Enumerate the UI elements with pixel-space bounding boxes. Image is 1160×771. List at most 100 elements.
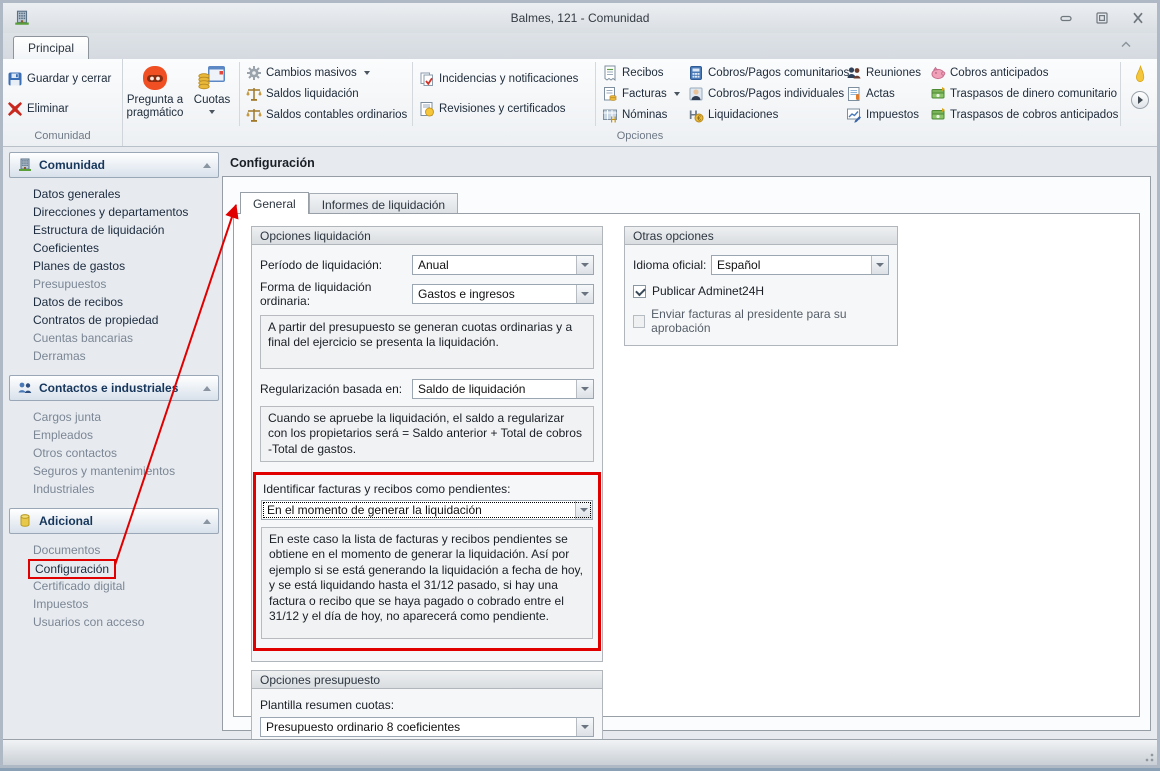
combo-arrow-icon[interactable] xyxy=(576,718,593,737)
identificar-value: En el momento de generar la liquidación xyxy=(267,503,482,518)
impuestos-button[interactable]: Impuestos xyxy=(842,104,926,125)
actas-button[interactable]: Actas xyxy=(842,83,926,104)
sidebar-item-datos-recibos[interactable]: Datos de recibos xyxy=(9,293,219,311)
cobros-anticipados-label: Cobros anticipados xyxy=(950,66,1049,79)
sidebar-item-derramas[interactable]: Derramas xyxy=(9,347,219,365)
people-icon xyxy=(847,66,861,78)
calculator-icon xyxy=(690,65,702,80)
cambios-masivos-button[interactable]: Cambios masivos xyxy=(242,62,410,83)
sidebar-item-estructura[interactable]: Estructura de liquidación xyxy=(9,221,219,239)
facturas-button[interactable]: Facturas xyxy=(598,83,684,104)
main-area: Configuración General Informes de liquid… xyxy=(222,150,1151,749)
database-icon xyxy=(20,514,30,527)
liquidaciones-button[interactable]: H € Liquidaciones xyxy=(684,104,842,125)
sidebar-item-otros-contactos[interactable]: Otros contactos xyxy=(9,444,219,462)
cobros-comunitarios-button[interactable]: Cobros/Pagos comunitarios xyxy=(684,62,849,83)
ribbon-group-label-opciones: Opciones xyxy=(616,130,664,142)
reuniones-label: Reuniones xyxy=(866,66,921,79)
save-close-button[interactable]: Guardar y cerrar xyxy=(3,68,122,89)
flame-icon xyxy=(1135,65,1144,83)
minimize-button[interactable] xyxy=(1053,10,1079,27)
people-icon xyxy=(18,382,32,393)
saldos-liquidacion-button[interactable]: Saldos liquidación xyxy=(242,83,410,104)
reuniones-button[interactable]: Reuniones xyxy=(842,62,926,83)
ribbon-scroll-right-button[interactable] xyxy=(1131,91,1149,109)
sidebar-item-empleados[interactable]: Empleados xyxy=(9,426,219,444)
ribbon: Guardar y cerrar Eliminar Comunidad Preg… xyxy=(3,59,1157,147)
sidebar-item-documentos[interactable]: Documentos xyxy=(9,541,219,559)
sidebar-group-comunidad[interactable]: Comunidad xyxy=(9,152,219,178)
sidebar-item-usuarios[interactable]: Usuarios con acceso xyxy=(9,613,219,631)
sidebar-item-cuentas-bancarias[interactable]: Cuentas bancarias xyxy=(9,329,219,347)
idioma-combobox[interactable]: Español xyxy=(711,255,889,275)
scales-icon xyxy=(246,108,262,122)
pregunta-pragmatico-button[interactable]: Pregunta a pragmático xyxy=(123,59,187,129)
cobros-individuales-button[interactable]: Cobros/Pagos individuales xyxy=(684,83,844,104)
cobros-anticipados-button[interactable]: Cobros anticipados xyxy=(926,62,1118,83)
combo-arrow-icon[interactable] xyxy=(575,501,592,520)
facturas-label: Facturas xyxy=(622,87,667,100)
sidebar-item-seguros[interactable]: Seguros y mantenimientos xyxy=(9,462,219,480)
sidebar-group-contactos-title: Contactos e industriales xyxy=(39,381,179,395)
nominas-label: Nóminas xyxy=(622,108,668,121)
idioma-value: Español xyxy=(717,258,761,272)
saldos-contables-button[interactable]: Saldos contables ordinarios xyxy=(242,104,410,125)
combo-arrow-icon[interactable] xyxy=(576,285,593,303)
minutes-doc-icon xyxy=(848,86,860,101)
traspasos-dinero-button[interactable]: Traspasos de dinero comunitario xyxy=(926,83,1118,104)
regularizacion-value: Saldo de liquidación xyxy=(418,382,526,396)
combo-arrow-icon[interactable] xyxy=(871,256,888,274)
ribbon-group-comunidad: Guardar y cerrar Eliminar Comunidad xyxy=(3,59,123,146)
forma-combobox[interactable]: Gastos e ingresos xyxy=(412,284,594,304)
sidebar-item-impuestos[interactable]: Impuestos xyxy=(9,595,219,613)
ribbon-collapse-icon[interactable] xyxy=(1119,36,1133,54)
sidebar-group-adicional-title: Adicional xyxy=(39,514,94,528)
sidebar-item-coeficientes[interactable]: Coeficientes xyxy=(9,239,219,257)
sidebar-group-adicional[interactable]: Adicional xyxy=(9,508,219,534)
piggy-bank-icon xyxy=(931,66,946,79)
cuotas-button[interactable]: Cuotas xyxy=(187,59,237,129)
groupbox-opciones-liquidacion: Opciones liquidación Período de liquidac… xyxy=(251,226,603,663)
plantilla-combobox[interactable]: Presupuesto ordinario 8 coeficientes xyxy=(260,717,594,738)
sidebar-item-certificado[interactable]: Certificado digital xyxy=(9,577,219,595)
delete-x-icon xyxy=(8,102,22,117)
incidencias-button[interactable]: Incidencias y notificaciones xyxy=(415,68,593,89)
periodo-combobox[interactable]: Anual xyxy=(412,255,594,275)
combo-arrow-icon[interactable] xyxy=(576,256,593,274)
tab-informes-liquidacion[interactable]: Informes de liquidación xyxy=(308,193,459,213)
sidebar-item-datos-generales[interactable]: Datos generales xyxy=(9,185,219,203)
combo-arrow-icon[interactable] xyxy=(576,380,593,398)
scales-icon xyxy=(246,87,262,101)
svg-text:€: € xyxy=(697,115,701,122)
main-panel: General Informes de liquidación Opciones… xyxy=(222,176,1151,749)
sidebar-item-direcciones[interactable]: Direcciones y departamentos xyxy=(9,203,219,221)
sidebar-item-cargos-junta[interactable]: Cargos junta xyxy=(9,408,219,426)
resize-grip[interactable] xyxy=(1142,750,1154,762)
traspasos-cobros-button[interactable]: Traspasos de cobros anticipados xyxy=(926,104,1118,125)
identificar-combobox[interactable]: En el momento de generar la liquidación xyxy=(261,500,593,521)
money-transfer-icon xyxy=(931,107,945,119)
forma-value: Gastos e ingresos xyxy=(418,287,515,301)
ribbon-group-label-comunidad: Comunidad xyxy=(34,130,91,142)
publicar-adminet-checkbox[interactable] xyxy=(633,284,646,298)
sidebar-group-contactos[interactable]: Contactos e industriales xyxy=(9,375,219,401)
sidebar-item-presupuestos[interactable]: Presupuestos xyxy=(9,275,219,293)
nominas-button[interactable]: H Nóminas xyxy=(598,104,684,125)
facturas-dropdown-icon xyxy=(673,91,680,96)
delete-button[interactable]: Eliminar xyxy=(3,99,122,120)
tab-principal[interactable]: Principal xyxy=(13,36,90,59)
sidebar-item-planes-gastos[interactable]: Planes de gastos xyxy=(9,257,219,275)
tab-general[interactable]: General xyxy=(240,192,309,214)
regularizacion-combobox[interactable]: Saldo de liquidación xyxy=(412,379,594,399)
sidebar-item-contratos[interactable]: Contratos de propiedad xyxy=(9,311,219,329)
enviar-facturas-checkbox[interactable] xyxy=(633,314,646,328)
revisiones-button[interactable]: Revisiones y certificados xyxy=(415,99,593,120)
sidebar-item-configuracion[interactable]: Configuración xyxy=(9,559,219,579)
groupbox-opciones-presupuesto: Opciones presupuesto Plantilla resumen c… xyxy=(251,670,603,749)
close-button[interactable] xyxy=(1125,10,1151,27)
restore-button[interactable] xyxy=(1089,10,1115,27)
recibos-button[interactable]: Recibos xyxy=(598,62,684,83)
sidebar-item-industriales[interactable]: Industriales xyxy=(9,480,219,498)
money-transfer-icon xyxy=(931,86,945,98)
robot-icon xyxy=(143,66,167,90)
